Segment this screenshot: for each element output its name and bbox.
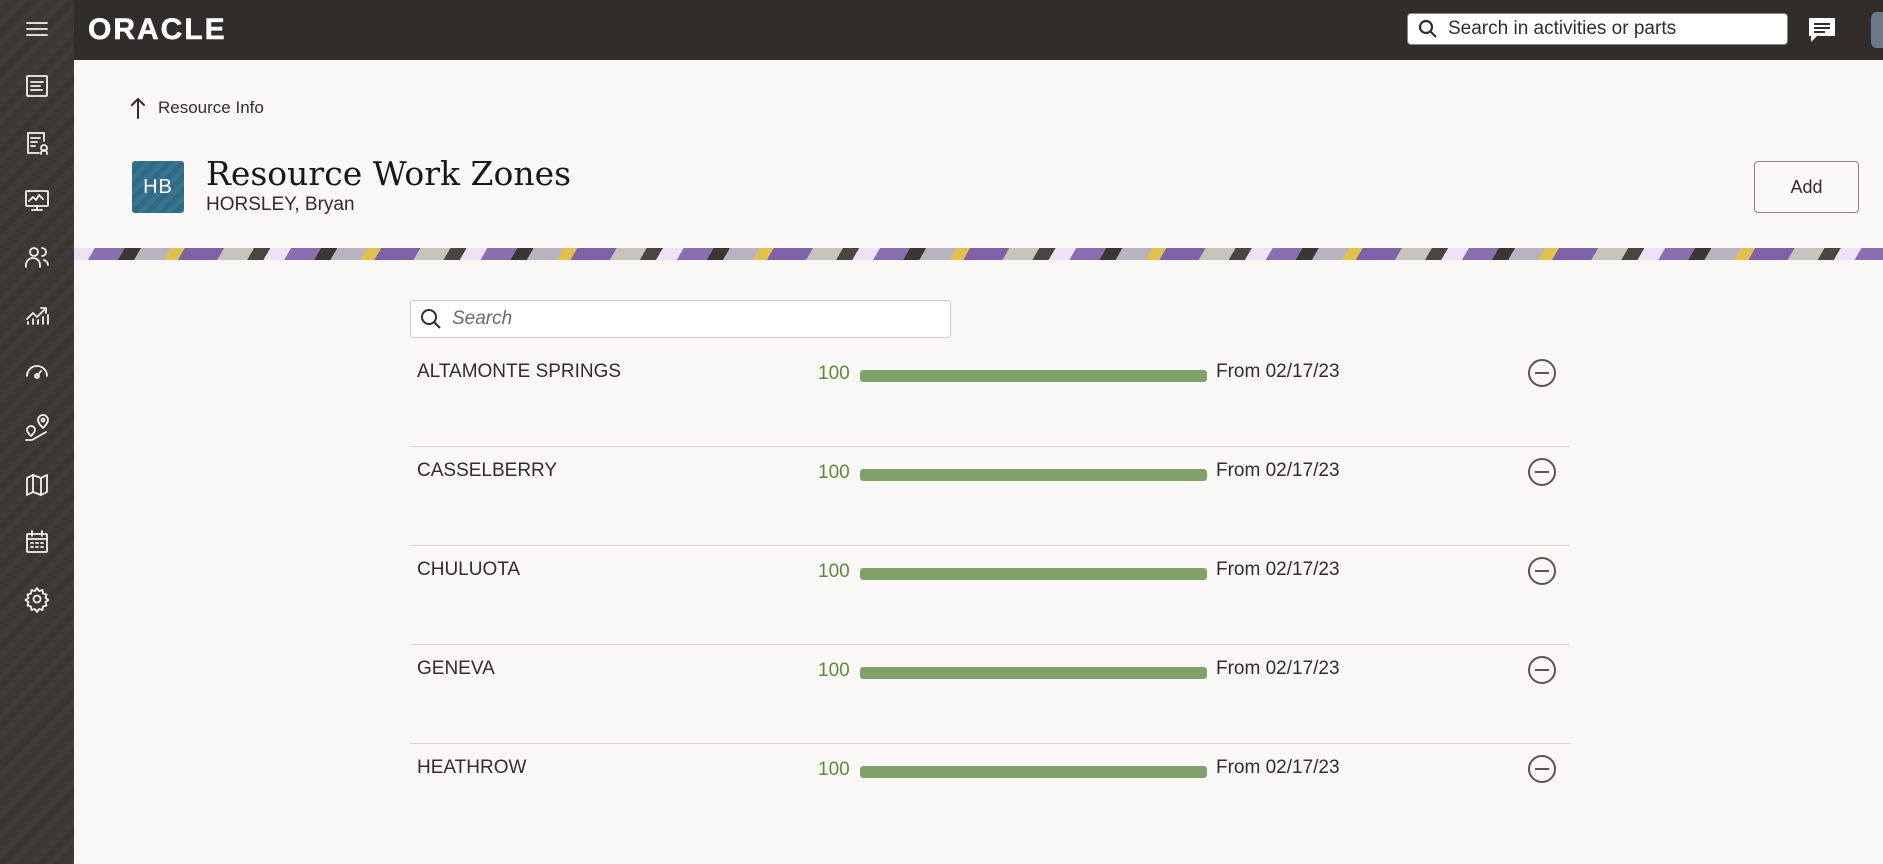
nav-gauge[interactable] xyxy=(0,343,74,399)
minus-circle-icon xyxy=(1528,755,1556,783)
arrow-up-icon xyxy=(131,97,145,119)
zone-ratio: 100 xyxy=(818,759,850,780)
nav-routing[interactable] xyxy=(0,400,74,456)
minus-circle-icon xyxy=(1528,359,1556,387)
search-icon xyxy=(1418,19,1437,38)
remove-zone-button[interactable] xyxy=(1526,555,1558,587)
chat-button[interactable] xyxy=(1806,14,1838,46)
nav-analytics[interactable] xyxy=(0,286,74,342)
top-bar: ORACLE Search in activities or parts xyxy=(74,0,1883,60)
work-zone-row: CHULUOTA 100 From 02/17/23 xyxy=(410,546,1570,645)
zone-date: From 02/17/23 xyxy=(1216,460,1340,481)
oracle-logo[interactable]: ORACLE xyxy=(88,13,227,47)
zone-name: GENEVA xyxy=(417,658,495,679)
search-icon xyxy=(421,309,441,329)
zone-date: From 02/17/23 xyxy=(1216,757,1340,778)
zone-ratio-bar xyxy=(860,667,1207,679)
hamburger-menu-button[interactable] xyxy=(0,1,74,57)
gear-icon xyxy=(24,587,50,613)
zone-ratio-bar xyxy=(860,469,1207,481)
gauge-icon xyxy=(26,365,48,379)
menu-icon xyxy=(26,22,48,36)
chat-icon xyxy=(1809,18,1835,42)
analytics-chart-icon xyxy=(26,307,49,325)
remove-zone-button[interactable] xyxy=(1526,456,1558,488)
minus-circle-icon xyxy=(1528,458,1556,486)
work-zone-row: HEATHROW 100 From 02/17/23 xyxy=(410,744,1570,842)
zone-name: CASSELBERRY xyxy=(417,460,558,481)
zone-search-field[interactable] xyxy=(410,300,951,338)
zone-date: From 02/17/23 xyxy=(1216,658,1340,679)
breadcrumb-label: Resource Info xyxy=(158,98,264,117)
breadcrumb-resource-info[interactable]: Resource Info xyxy=(128,96,264,120)
minus-circle-icon xyxy=(1528,656,1556,684)
dispatch-console-icon xyxy=(27,132,48,155)
zone-name: ALTAMONTE SPRINGS xyxy=(417,361,622,382)
nav-dispatch-console[interactable] xyxy=(0,115,74,171)
zone-ratio-bar-fill xyxy=(860,667,1207,679)
resource-avatar: HB xyxy=(132,161,184,213)
nav-map[interactable] xyxy=(0,457,74,513)
zone-ratio: 100 xyxy=(818,660,850,681)
global-search-field[interactable]: Search in activities or parts xyxy=(1407,13,1788,45)
nav-rail xyxy=(0,0,74,864)
remove-zone-button[interactable] xyxy=(1526,654,1558,686)
zone-ratio: 100 xyxy=(818,561,850,582)
zone-ratio-bar xyxy=(860,766,1207,778)
route-map-icon xyxy=(25,414,49,441)
activity-list-icon xyxy=(26,75,48,97)
zone-ratio-bar xyxy=(860,568,1207,580)
nav-calendar[interactable] xyxy=(0,514,74,570)
monitor-dashboard-icon xyxy=(25,190,49,211)
nav-settings[interactable] xyxy=(0,571,74,627)
calendar-icon xyxy=(26,530,48,553)
zone-date: From 02/17/23 xyxy=(1216,559,1340,580)
zone-name: HEATHROW xyxy=(417,757,527,778)
decorative-banner xyxy=(74,248,1883,260)
logo-text: ORACLE xyxy=(88,13,227,47)
user-avatar[interactable] xyxy=(1871,12,1883,48)
map-icon xyxy=(26,474,48,496)
nav-activity-list[interactable] xyxy=(0,58,74,114)
add-button[interactable]: Add xyxy=(1754,161,1859,213)
zone-ratio: 100 xyxy=(818,462,850,483)
remove-zone-button[interactable] xyxy=(1526,357,1558,389)
zone-ratio-bar xyxy=(860,370,1207,382)
nav-resources[interactable] xyxy=(0,229,74,285)
work-zone-row: GENEVA 100 From 02/17/23 xyxy=(410,645,1570,744)
zone-ratio-bar-fill xyxy=(860,370,1207,382)
zone-ratio-bar-fill xyxy=(860,469,1207,481)
zone-search-input[interactable] xyxy=(450,307,914,331)
global-search-placeholder: Search in activities or parts xyxy=(1448,18,1677,39)
zone-ratio: 100 xyxy=(818,363,850,384)
zone-ratio-bar-fill xyxy=(860,766,1207,778)
page-title: Resource Work Zones xyxy=(206,154,572,193)
work-zone-row: CASSELBERRY 100 From 02/17/23 xyxy=(410,447,1570,546)
zone-ratio-bar-fill xyxy=(860,568,1207,580)
resources-icon xyxy=(25,247,49,268)
nav-monitor[interactable] xyxy=(0,172,74,228)
minus-circle-icon xyxy=(1528,557,1556,585)
work-zone-row: ALTAMONTE SPRINGS 100 From 02/17/23 xyxy=(410,348,1570,447)
zone-date: From 02/17/23 xyxy=(1216,361,1340,382)
work-zone-list: ALTAMONTE SPRINGS 100 From 02/17/23 CASS… xyxy=(410,348,1570,842)
avatar-initials: HB xyxy=(143,175,173,198)
remove-zone-button[interactable] xyxy=(1526,753,1558,785)
zone-name: CHULUOTA xyxy=(417,559,521,580)
resource-name: HORSLEY, Bryan xyxy=(206,194,355,215)
